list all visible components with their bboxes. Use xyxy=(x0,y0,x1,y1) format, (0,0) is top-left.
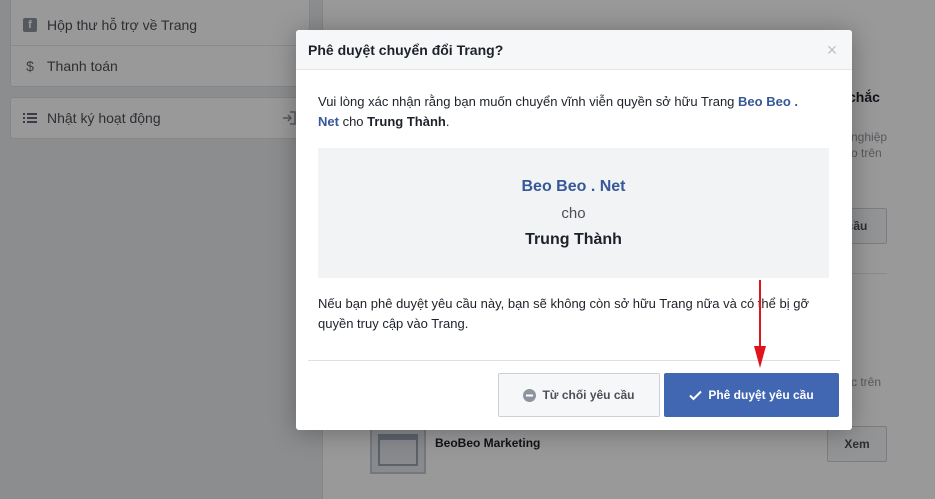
dialog-footer: Từ chối yêu cầu Phê duyệt yêu cầu xyxy=(308,360,840,430)
close-icon[interactable]: × xyxy=(824,41,840,59)
decline-request-button[interactable]: Từ chối yêu cầu xyxy=(498,373,660,417)
dialog-body: Vui lòng xác nhận rằng bạn muốn chuyển v… xyxy=(296,70,852,334)
transfer-summary: Beo Beo . Net cho Trung Thành xyxy=(318,148,829,278)
message-text: Vui lòng xác nhận rằng bạn muốn chuyển v… xyxy=(318,94,739,109)
approve-request-button[interactable]: Phê duyệt yêu cầu xyxy=(664,373,839,417)
confirmation-message: Vui lòng xác nhận rằng bạn muốn chuyển v… xyxy=(318,92,808,132)
summary-page-name[interactable]: Beo Beo . Net xyxy=(521,178,625,196)
summary-owner-name: Trung Thành xyxy=(525,230,622,248)
message-text: . xyxy=(445,114,450,129)
decline-label: Từ chối yêu cầu xyxy=(542,388,635,402)
summary-connector: cho xyxy=(561,204,586,222)
approve-label: Phê duyệt yêu cầu xyxy=(708,388,814,402)
annotation-arrow-icon xyxy=(754,280,766,368)
message-text: cho xyxy=(338,114,368,129)
approve-transfer-dialog: Phê duyệt chuyển đổi Trang? × Vui lòng x… xyxy=(296,30,852,430)
new-owner-name: Trung Thành xyxy=(367,114,446,129)
check-icon xyxy=(689,390,703,401)
dialog-title: Phê duyệt chuyển đổi Trang? xyxy=(308,41,504,58)
warning-text: Nếu bạn phê duyệt yêu cầu này, bạn sẽ kh… xyxy=(318,296,809,331)
minus-circle-icon xyxy=(523,388,537,402)
dialog-header: Phê duyệt chuyển đổi Trang? xyxy=(296,30,852,70)
